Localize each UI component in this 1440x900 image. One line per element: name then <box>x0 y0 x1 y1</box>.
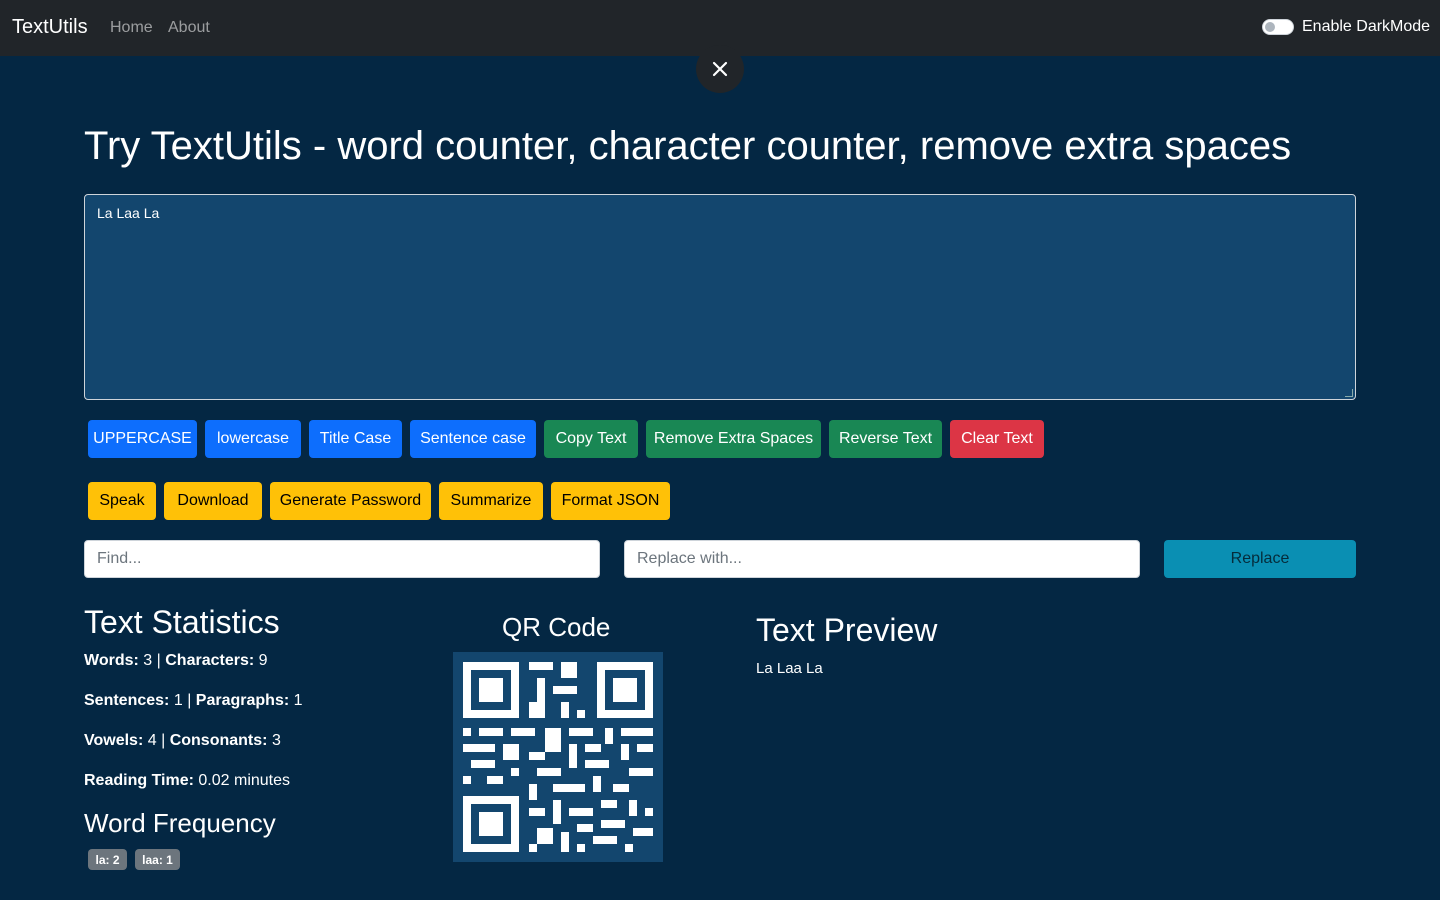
separator: | <box>161 732 166 749</box>
qr-code-heading: QR Code <box>502 612 611 642</box>
words-label: Words: <box>84 652 139 669</box>
remove-extra-spaces-button[interactable]: Remove Extra Spaces <box>646 420 821 458</box>
navbar-brand[interactable]: TextUtils <box>12 16 88 39</box>
qr-code-image <box>463 662 653 852</box>
lowercase-button[interactable]: lowercase <box>205 420 301 458</box>
clear-text-button[interactable]: Clear Text <box>950 420 1044 458</box>
stat-reading-time: Reading Time: 0.02 minutes <box>84 772 290 790</box>
characters-label: Characters: <box>165 652 255 669</box>
word-frequency-heading: Word Frequency <box>84 808 276 838</box>
text-statistics-heading: Text Statistics <box>84 604 280 640</box>
words-value: 3 <box>143 652 153 669</box>
nav-link-home[interactable]: Home <box>110 19 153 37</box>
resize-handle[interactable] <box>1345 389 1353 397</box>
reading-time-label: Reading Time: <box>84 772 194 789</box>
title-case-button[interactable]: Title Case <box>309 420 402 458</box>
uppercase-button[interactable]: UPPERCASE <box>88 420 197 458</box>
toggle-knob <box>1265 22 1275 32</box>
paragraphs-value: 1 <box>293 692 303 709</box>
replace-input[interactable] <box>624 540 1140 578</box>
text-preview-heading: Text Preview <box>756 612 938 648</box>
sentences-label: Sentences: <box>84 692 170 709</box>
find-input[interactable] <box>84 540 600 578</box>
text-input-area[interactable]: La Laa La <box>84 194 1356 400</box>
close-button[interactable] <box>696 45 744 93</box>
darkmode-label: Enable DarkMode <box>1302 18 1431 35</box>
textarea-value: La Laa La <box>97 205 160 221</box>
vowels-label: Vowels: <box>84 732 144 749</box>
frequency-badge: la: 2 <box>88 849 127 870</box>
text-preview-content: La Laa La <box>756 660 823 677</box>
replace-button[interactable]: Replace <box>1164 540 1356 578</box>
close-icon <box>712 61 728 77</box>
generate-password-button[interactable]: Generate Password <box>270 482 431 520</box>
stat-sentences-paragraphs: Sentences: 1 | Paragraphs: 1 <box>84 692 303 710</box>
copy-text-button[interactable]: Copy Text <box>544 420 638 458</box>
reading-time-value: 0.02 minutes <box>198 772 291 789</box>
summarize-button[interactable]: Summarize <box>439 482 543 520</box>
download-button[interactable]: Download <box>164 482 262 520</box>
page-title: Try TextUtils - word counter, character … <box>84 124 1292 168</box>
sentence-case-button[interactable]: Sentence case <box>410 420 536 458</box>
format-json-button[interactable]: Format JSON <box>551 482 670 520</box>
paragraphs-label: Paragraphs: <box>195 692 290 709</box>
reverse-text-button[interactable]: Reverse Text <box>829 420 942 458</box>
frequency-badge: laa: 1 <box>135 849 180 870</box>
consonants-label: Consonants: <box>169 732 268 749</box>
characters-value: 9 <box>258 652 268 669</box>
sentences-value: 1 <box>173 692 183 709</box>
separator: | <box>156 652 161 669</box>
speak-button[interactable]: Speak <box>88 482 156 520</box>
nav-link-about[interactable]: About <box>168 19 210 37</box>
vowels-value: 4 <box>147 732 157 749</box>
stat-words-characters: Words: 3 | Characters: 9 <box>84 652 268 670</box>
darkmode-toggle[interactable] <box>1262 19 1294 35</box>
consonants-value: 3 <box>271 732 281 749</box>
stat-vowels-consonants: Vowels: 4 | Consonants: 3 <box>84 732 281 750</box>
separator: | <box>187 692 192 709</box>
qr-code <box>453 652 663 862</box>
